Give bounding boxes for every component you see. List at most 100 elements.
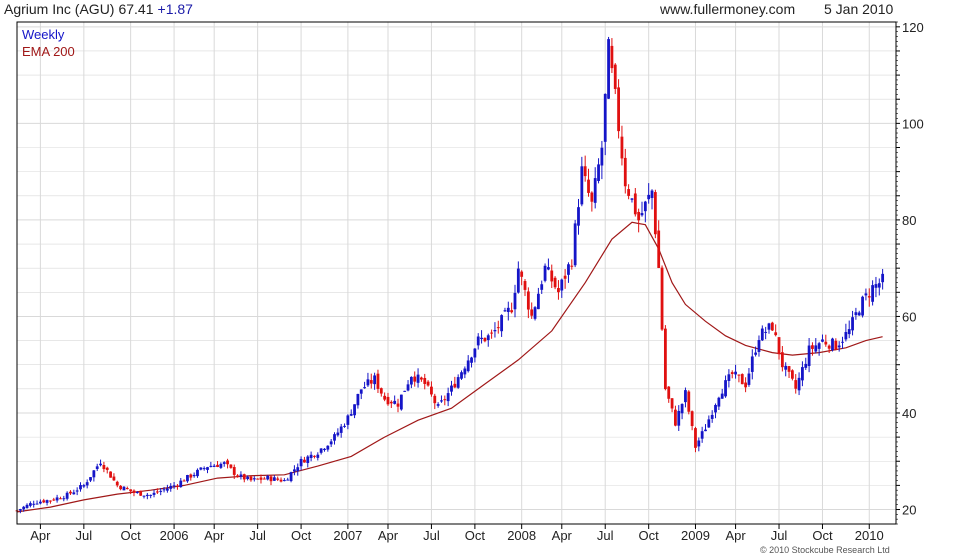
candle-body	[109, 471, 112, 478]
candle-body	[232, 467, 236, 475]
candle-body	[617, 87, 620, 132]
candle-body	[336, 432, 340, 436]
y-tick-label: 80	[902, 213, 916, 228]
candle-body	[560, 279, 564, 291]
candle-body	[142, 495, 146, 497]
candle-body	[841, 341, 844, 343]
candle-body	[316, 454, 320, 458]
candle-body	[670, 398, 674, 409]
candle-body	[343, 425, 346, 427]
candle-body	[643, 201, 647, 212]
candle-body	[286, 479, 290, 481]
candle-body	[289, 472, 293, 482]
candle-body	[59, 498, 62, 500]
candle-body	[854, 312, 858, 316]
candle-body	[647, 194, 651, 200]
candle-body	[750, 356, 754, 372]
candle-body	[430, 386, 433, 395]
candle-body	[65, 492, 69, 499]
candle-body	[506, 307, 510, 312]
candle-body	[881, 273, 885, 283]
candle-body	[640, 213, 644, 216]
candle-body	[864, 293, 868, 296]
gridlines	[17, 22, 896, 524]
x-tick-label: 2010	[855, 528, 884, 543]
candle-body	[236, 475, 239, 478]
candle-body	[493, 329, 497, 332]
candle-body	[567, 264, 570, 275]
x-tick-label: Jul	[423, 528, 440, 543]
candle-body	[359, 389, 363, 394]
candle-body	[346, 415, 350, 425]
candle-body	[770, 322, 774, 331]
candle-body	[122, 486, 126, 491]
candle-body	[246, 476, 250, 480]
candle-body	[440, 400, 443, 402]
candle-body	[697, 440, 701, 447]
candle-body	[82, 485, 86, 487]
candle-body	[470, 357, 473, 363]
candle-body	[600, 147, 604, 166]
candle-body	[707, 419, 711, 428]
candle-body	[450, 385, 453, 392]
candle-body	[229, 464, 233, 468]
candle-body	[89, 477, 92, 481]
candle-body	[393, 400, 397, 404]
candle-body	[129, 489, 133, 492]
candle-body	[453, 383, 457, 388]
candle-body	[222, 462, 226, 464]
candle-body	[149, 494, 153, 496]
candle-body	[99, 463, 102, 466]
candle-body	[557, 288, 560, 293]
candle-body	[326, 445, 330, 450]
candle-body	[677, 410, 681, 426]
candle-body	[436, 404, 440, 406]
candle-body	[583, 166, 587, 177]
x-tick-label: Apr	[725, 528, 746, 543]
candle-body	[272, 477, 276, 481]
candle-body	[737, 374, 741, 376]
candle-body	[85, 482, 89, 486]
candle-body	[824, 341, 828, 345]
candle-body	[373, 375, 377, 385]
y-tick-label: 60	[902, 309, 916, 324]
x-tick-label: Apr	[30, 528, 51, 543]
candle-body	[490, 332, 493, 334]
candle-body	[777, 337, 781, 355]
candle-body	[379, 388, 383, 394]
candle-body	[657, 230, 661, 268]
candle-body	[717, 397, 721, 407]
candle-body	[780, 352, 784, 368]
candle-body	[396, 403, 400, 407]
candle-body	[807, 345, 811, 367]
candle-body	[610, 45, 614, 69]
x-tick-label: Jul	[76, 528, 93, 543]
x-tick-label: 2008	[507, 528, 536, 543]
candle-body	[182, 480, 186, 482]
candle-body	[714, 404, 717, 413]
candle-body	[774, 332, 778, 336]
candle-body	[293, 469, 296, 472]
candle-body	[406, 384, 410, 391]
candle-body	[871, 285, 875, 302]
candle-body	[25, 504, 29, 508]
candle-body	[516, 268, 520, 293]
candle-body	[282, 480, 286, 482]
candle-body	[687, 391, 691, 412]
candle-body	[536, 293, 540, 310]
candle-body	[376, 373, 380, 389]
candle-body	[226, 460, 229, 465]
candle-body	[550, 270, 554, 282]
candle-body	[296, 467, 300, 472]
candle-body	[724, 380, 727, 397]
candle-body	[189, 474, 193, 478]
candle-body	[409, 376, 413, 385]
candle-body	[727, 374, 731, 381]
candle-body	[386, 396, 390, 405]
candle-body	[389, 401, 393, 404]
candle-body	[92, 470, 96, 478]
candle-body	[102, 464, 106, 470]
candle-body	[530, 309, 534, 316]
candle-body	[466, 360, 470, 372]
candle-body	[199, 467, 203, 470]
